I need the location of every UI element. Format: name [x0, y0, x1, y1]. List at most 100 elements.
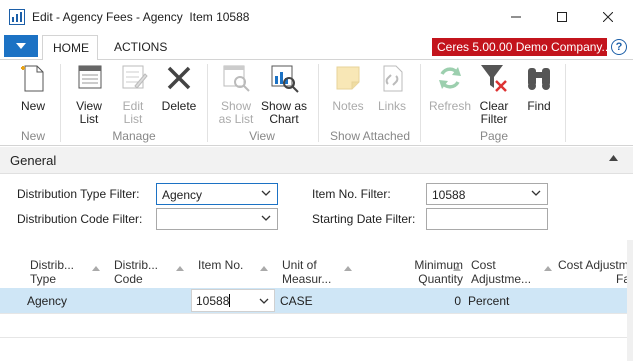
ribbon: New New View List Edit List Delete Manag…: [0, 60, 633, 146]
cell-distribution-type[interactable]: Agency: [27, 294, 67, 308]
sort-arrow-icon: [544, 266, 552, 271]
column-header-line: Cost Adjustm: [558, 258, 629, 272]
chevron-down-icon[interactable]: [531, 188, 541, 198]
refresh-icon: [439, 67, 461, 89]
maximize-button[interactable]: [539, 0, 585, 33]
row-divider: [0, 337, 633, 338]
minimize-icon: [511, 16, 521, 17]
show-as-list-button[interactable]: Show as List: [214, 62, 258, 126]
column-header-distribution-code[interactable]: Distrib... Code: [114, 258, 158, 286]
close-button[interactable]: [585, 0, 631, 33]
column-header-unit-of-measure[interactable]: Unit of Measur...: [282, 258, 331, 286]
column-header-line: Distrib...: [114, 258, 159, 272]
column-header-line: Measur...: [282, 272, 332, 286]
cell-minimum-quantity[interactable]: 0: [381, 294, 461, 308]
group-label-new: New: [20, 129, 45, 143]
app-menu-button[interactable]: [4, 35, 38, 57]
links-icon: [383, 65, 403, 92]
find-binoculars-icon: [528, 68, 550, 90]
edit-list-label: Edit List: [122, 99, 144, 126]
refresh-button[interactable]: Refresh: [428, 62, 472, 113]
chevron-down-icon[interactable]: [259, 296, 269, 306]
window-title: Edit - Agency Fees - Agency Item 10588: [32, 10, 250, 24]
row-divider: [0, 313, 633, 314]
sort-arrow-icon: [344, 266, 352, 271]
chevron-down-icon[interactable]: [261, 188, 271, 198]
grid-header: Distrib... Type Distrib... Code Item No.…: [0, 250, 633, 290]
column-header-line: Type: [30, 272, 57, 286]
new-button[interactable]: New: [14, 62, 52, 113]
app-icon: [9, 9, 25, 25]
text-cursor: [229, 294, 231, 307]
group-label-show-attached: Show Attached: [329, 129, 411, 143]
show-as-chart-button[interactable]: Show as Chart: [260, 62, 308, 126]
ribbon-tab-row: HOME ACTIONS Ceres 5.00.00 Demo Company.…: [0, 33, 633, 61]
show-as-chart-icon: [271, 65, 299, 93]
group-label-view: View: [249, 129, 275, 143]
column-header-line: Item No.: [198, 258, 244, 272]
column-header-line: Fa: [615, 272, 630, 286]
new-document-icon: [21, 65, 44, 92]
column-header-cost-adjustment[interactable]: Cost Adjustme...: [471, 258, 531, 286]
ribbon-separator: [565, 64, 566, 142]
cell-item-no-editor[interactable]: 10588: [191, 289, 275, 312]
edit-list-button[interactable]: Edit List: [114, 62, 152, 126]
table-row[interactable]: Agency 10588 CASE 0 Percent: [0, 288, 633, 313]
column-header-cost-adjustment-factor[interactable]: Cost Adjustm Fa: [558, 258, 630, 286]
title-bar: Edit - Agency Fees - Agency Item 10588: [0, 0, 633, 33]
distribution-type-filter-label: Distribution Type Filter:: [17, 187, 140, 201]
item-no-filter-value: 10588: [432, 188, 466, 202]
find-label: Find: [527, 99, 551, 113]
links-button[interactable]: Links: [371, 62, 413, 113]
fasttab-title: General: [10, 153, 57, 168]
notes-button[interactable]: Notes: [327, 62, 369, 113]
distribution-type-filter-input[interactable]: Agency: [156, 183, 278, 205]
column-header-distribution-type[interactable]: Distrib... Type: [30, 258, 74, 286]
sort-arrow-icon: [453, 266, 461, 271]
ribbon-separator: [207, 64, 208, 142]
clear-filter-icon: [481, 65, 507, 92]
cell-unit-of-measure[interactable]: CASE: [280, 294, 313, 308]
maximize-icon: [557, 11, 567, 22]
tab-actions[interactable]: ACTIONS: [104, 35, 177, 61]
column-header-line: Quantity: [418, 272, 463, 286]
fasttab-general[interactable]: General: [0, 147, 633, 174]
delete-button[interactable]: Delete: [158, 62, 200, 113]
column-header-line: Unit of: [282, 258, 317, 272]
column-header-line: Distrib...: [30, 258, 75, 272]
sort-arrow-icon: [176, 266, 184, 271]
clear-filter-label: Clear Filter: [479, 99, 509, 126]
close-icon: [603, 11, 613, 22]
cell-item-no: 10588: [196, 294, 230, 308]
column-header-line: Cost: [471, 258, 496, 272]
distribution-code-filter-label: Distribution Code Filter:: [17, 212, 143, 226]
ribbon-separator: [318, 64, 319, 142]
column-header-minimum-quantity[interactable]: Minimum Quantity: [381, 258, 463, 286]
minimize-button[interactable]: [493, 0, 539, 33]
new-label: New: [20, 99, 45, 113]
find-button[interactable]: Find: [520, 62, 558, 113]
edit-list-icon: [122, 65, 148, 89]
chevron-down-icon[interactable]: [261, 213, 271, 223]
cell-cost-adjustment[interactable]: Percent: [468, 294, 509, 308]
chevron-up-icon[interactable]: [609, 155, 618, 161]
show-as-chart-label: Show as Chart: [260, 99, 308, 126]
clear-filter-button[interactable]: Clear Filter: [474, 62, 514, 126]
ribbon-separator: [420, 64, 421, 142]
sort-arrow-icon: [92, 266, 100, 271]
notes-icon: [336, 66, 360, 90]
refresh-label: Refresh: [428, 99, 472, 113]
group-label-manage: Manage: [112, 129, 156, 143]
view-list-button[interactable]: View List: [68, 62, 110, 126]
distribution-code-filter-input[interactable]: [156, 208, 278, 230]
item-no-filter-label: Item No. Filter:: [312, 187, 391, 201]
company-badge[interactable]: Ceres 5.00.00 Demo Company...: [432, 38, 607, 56]
item-no-filter-input[interactable]: 10588: [426, 183, 548, 205]
vertical-scrollbar[interactable]: [627, 240, 633, 361]
column-header-item-no[interactable]: Item No.: [198, 258, 243, 272]
tab-home[interactable]: HOME: [42, 35, 98, 61]
help-icon[interactable]: ?: [611, 39, 627, 55]
show-as-list-icon: [223, 65, 250, 92]
view-list-icon: [78, 65, 102, 89]
starting-date-filter-input[interactable]: [426, 208, 548, 230]
